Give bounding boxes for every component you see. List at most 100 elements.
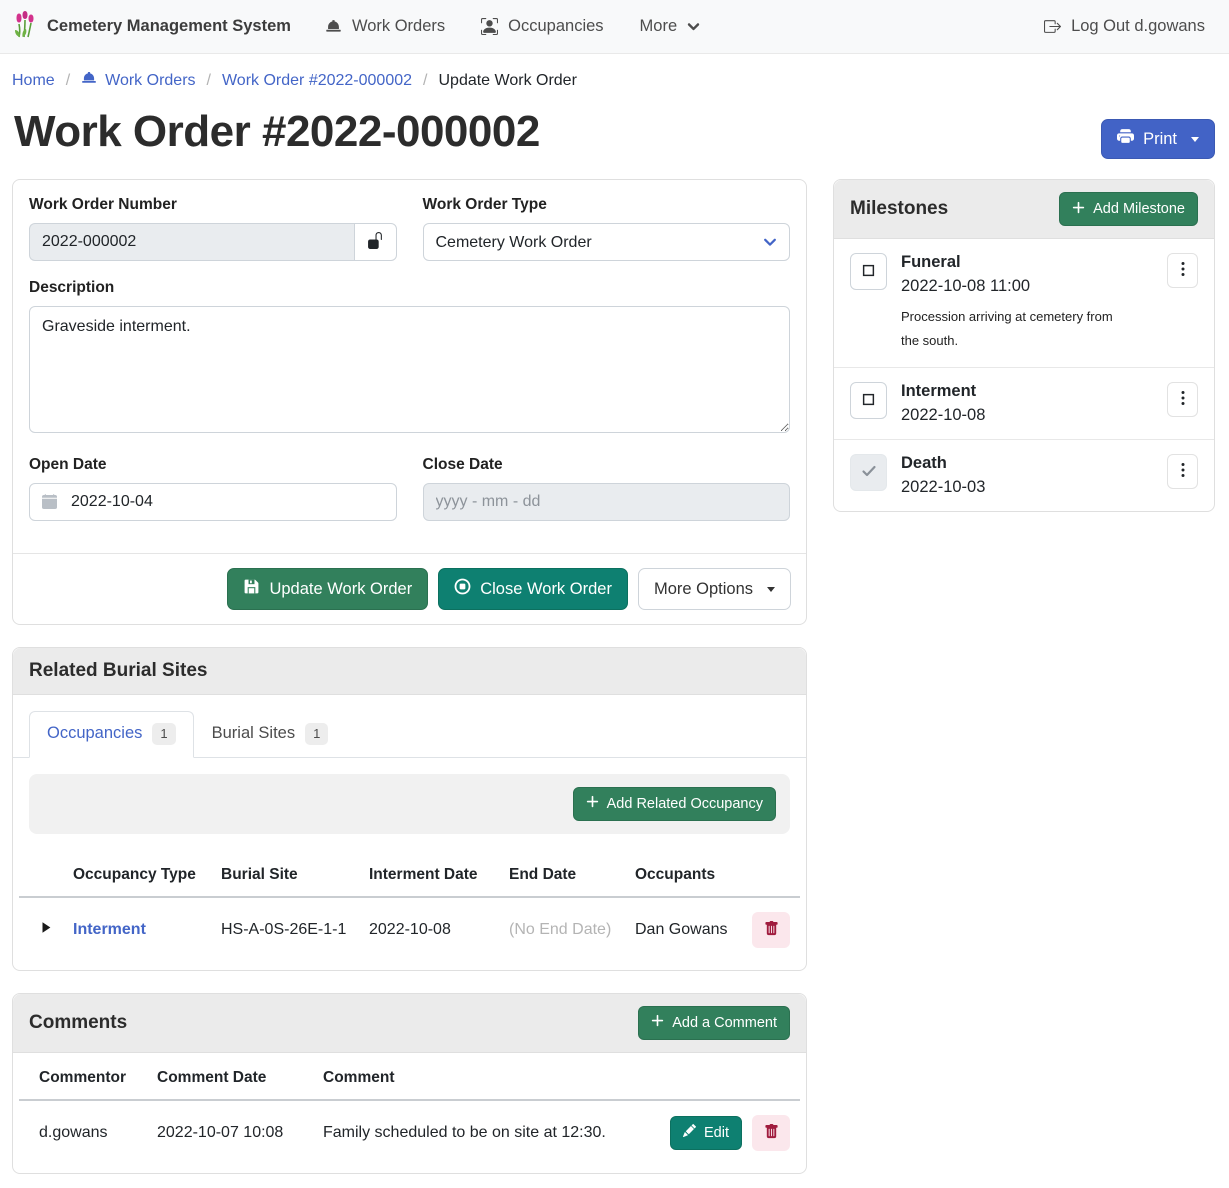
logout-button[interactable]: Log Out d.gowans — [1044, 17, 1205, 36]
close-work-order-label: Close Work Order — [480, 580, 612, 599]
milestone-checkbox[interactable] — [850, 253, 887, 290]
top-navbar: Cemetery Management System Work Orders O… — [0, 0, 1229, 54]
work-order-number-input[interactable] — [29, 223, 354, 261]
nav-occupancies-label: Occupancies — [508, 17, 603, 36]
chevron-down-icon — [687, 20, 700, 33]
col-commentor: Commentor — [19, 1057, 147, 1100]
related-burial-sites-card: Related Burial Sites Occupancies 1 Buria… — [12, 647, 807, 971]
milestone-item-interment: Interment 2022-10-08 — [834, 368, 1214, 440]
square-unchecked-icon — [862, 393, 875, 409]
related-tabs: Occupancies 1 Burial Sites 1 — [13, 695, 806, 758]
more-options-button[interactable]: More Options — [638, 568, 791, 610]
update-work-order-button[interactable]: Update Work Order — [227, 568, 428, 610]
nav-work-orders[interactable]: Work Orders — [325, 17, 445, 36]
add-milestone-button[interactable]: Add Milestone — [1059, 192, 1198, 226]
milestone-title: Funeral — [901, 253, 1153, 272]
plus-icon — [1072, 201, 1085, 218]
milestone-item-funeral: Funeral 2022-10-08 11:00 Procession arri… — [834, 239, 1214, 368]
nav-work-orders-label: Work Orders — [352, 17, 445, 36]
col-end-date: End Date — [499, 854, 625, 897]
page-title: Work Order #2022-000002 — [14, 107, 540, 158]
open-date-input[interactable] — [29, 483, 397, 521]
tab-burial-sites-count: 1 — [305, 723, 328, 745]
tab-occupancies-label: Occupancies — [47, 724, 142, 743]
tab-burial-sites[interactable]: Burial Sites 1 — [194, 711, 347, 758]
caret-down-icon — [767, 587, 775, 592]
edit-comment-button[interactable]: Edit — [670, 1116, 742, 1150]
work-order-type-label: Work Order Type — [423, 196, 791, 214]
nav-more[interactable]: More — [640, 17, 701, 36]
logout-icon — [1044, 18, 1061, 35]
tab-occupancies[interactable]: Occupancies 1 — [29, 711, 194, 758]
caret-down-icon — [1191, 137, 1199, 142]
work-order-form-card: Work Order Number — [12, 179, 807, 625]
col-comment: Comment — [313, 1057, 660, 1100]
milestone-title: Interment — [901, 382, 1153, 401]
breadcrumb-work-orders[interactable]: Work Orders — [81, 70, 195, 91]
work-order-number-field: Work Order Number — [29, 196, 397, 261]
nav-more-label: More — [640, 17, 678, 36]
occupancy-type-link[interactable]: Interment — [73, 921, 146, 938]
save-icon — [243, 578, 260, 600]
comments-header: Comments Add a Comment — [13, 994, 806, 1053]
edit-comment-label: Edit — [704, 1125, 729, 1141]
milestone-menu-button[interactable] — [1167, 253, 1198, 288]
update-work-order-label: Update Work Order — [269, 580, 412, 599]
comments-title: Comments — [29, 1012, 127, 1034]
milestone-date: 2022-10-08 11:00 — [901, 277, 1153, 296]
col-burial-site: Burial Site — [211, 854, 359, 897]
printer-icon — [1117, 128, 1134, 150]
milestones-header: Milestones Add Milestone — [834, 180, 1214, 239]
expand-row-icon[interactable] — [39, 922, 53, 939]
add-comment-button[interactable]: Add a Comment — [638, 1006, 790, 1040]
milestone-title: Death — [901, 454, 1153, 473]
close-work-order-button[interactable]: Close Work Order — [438, 568, 628, 610]
pencil-icon — [683, 1124, 696, 1141]
occupants-value: Dan Gowans — [625, 897, 742, 962]
print-label: Print — [1143, 130, 1177, 149]
hardhat-icon — [325, 18, 342, 35]
breadcrumb-work-order[interactable]: Work Order #2022-000002 — [222, 72, 412, 90]
col-interment-date: Interment Date — [359, 854, 499, 897]
logout-label: Log Out d.gowans — [1071, 17, 1205, 36]
add-comment-label: Add a Comment — [672, 1015, 777, 1031]
brand[interactable]: Cemetery Management System — [12, 10, 291, 43]
square-unchecked-icon — [862, 264, 875, 280]
delete-occupancy-button[interactable] — [752, 912, 790, 948]
close-date-label: Close Date — [423, 456, 791, 474]
trash-icon — [764, 921, 779, 939]
milestone-menu-button[interactable] — [1167, 382, 1198, 417]
milestone-checkbox[interactable] — [850, 382, 887, 419]
milestone-item-death: Death 2022-10-03 — [834, 440, 1214, 511]
breadcrumb-separator: / — [66, 72, 70, 90]
col-occupants: Occupants — [625, 854, 742, 897]
tab-occupancies-count: 1 — [152, 723, 175, 745]
check-icon — [861, 463, 877, 482]
col-occupancy-type: Occupancy Type — [63, 854, 211, 897]
nav-occupancies[interactable]: Occupancies — [481, 17, 603, 36]
interment-date-value: 2022-10-08 — [359, 897, 499, 962]
hardhat-icon — [81, 70, 97, 91]
milestone-menu-button[interactable] — [1167, 454, 1198, 489]
plus-icon — [586, 795, 599, 812]
comments-card: Comments Add a Comment Commentor Comment… — [12, 993, 807, 1174]
add-related-occupancy-button[interactable]: Add Related Occupancy — [573, 787, 776, 821]
burial-site-value: HS-A-0S-26E-1-1 — [211, 897, 359, 962]
related-burial-sites-title: Related Burial Sites — [29, 660, 207, 682]
milestone-date: 2022-10-08 — [901, 406, 1153, 425]
comment-row: d.gowans 2022-10-07 10:08 Family schedul… — [19, 1100, 800, 1165]
unlock-icon — [367, 232, 384, 252]
kebab-icon — [1181, 261, 1185, 280]
brand-title: Cemetery Management System — [47, 17, 291, 36]
close-date-input[interactable] — [423, 483, 791, 521]
unlock-button[interactable] — [354, 223, 397, 261]
print-button[interactable]: Print — [1101, 119, 1215, 159]
breadcrumb-separator: / — [423, 72, 427, 90]
breadcrumb: Home / Work Orders / Work Order #2022-00… — [0, 54, 1229, 101]
description-label: Description — [29, 279, 790, 297]
description-textarea[interactable]: Graveside interment. — [29, 306, 790, 433]
milestone-checkbox-checked[interactable] — [850, 454, 887, 491]
work-order-type-select[interactable]: Cemetery Work Order — [423, 223, 791, 261]
breadcrumb-home[interactable]: Home — [12, 72, 55, 90]
occupancies-toolbar: Add Related Occupancy — [29, 774, 790, 834]
